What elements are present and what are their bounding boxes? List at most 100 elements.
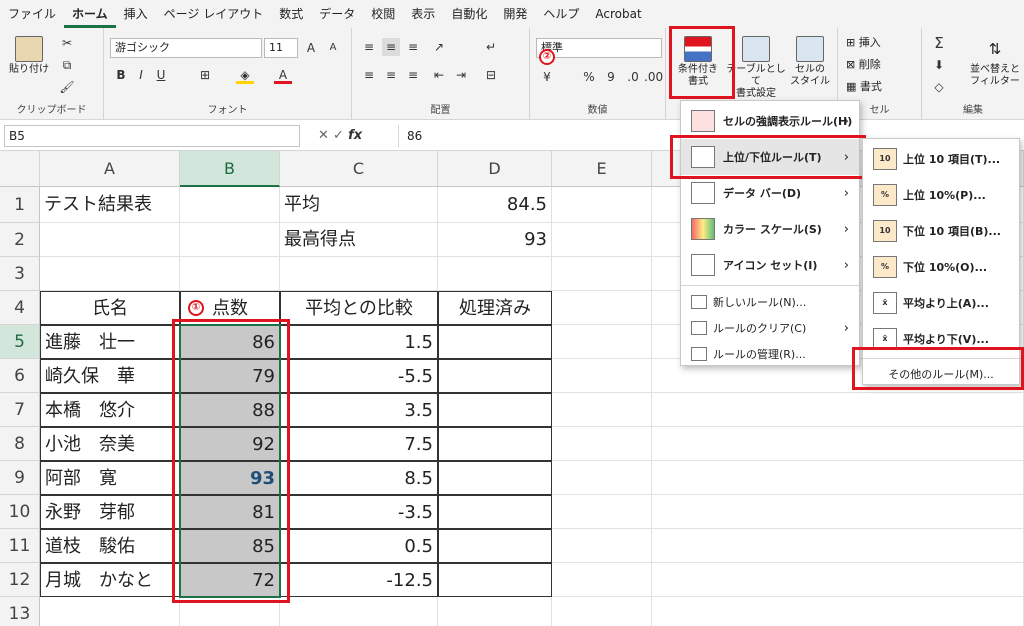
cell[interactable] bbox=[280, 597, 438, 626]
orientation-icon[interactable]: ↗ bbox=[430, 38, 448, 56]
cell-diff[interactable]: -3.5 bbox=[280, 495, 438, 529]
border-icon[interactable]: ⊞ bbox=[196, 66, 214, 84]
fill-icon[interactable]: ⬇ bbox=[930, 56, 948, 74]
cf-menu-item[interactable]: ルールの管理(R)... bbox=[681, 341, 859, 367]
decrease-decimal-icon[interactable]: .00 bbox=[644, 68, 663, 86]
align-top-icon[interactable]: ≡ bbox=[360, 38, 378, 56]
cell[interactable] bbox=[552, 257, 652, 291]
format-painter-icon[interactable]: 🖌 bbox=[58, 78, 76, 96]
cell[interactable] bbox=[552, 427, 652, 461]
insert-cells-button[interactable]: ⊞ 挿入 bbox=[846, 34, 881, 50]
cell[interactable] bbox=[180, 223, 280, 257]
submenu-item[interactable]: 10 下位 10 項目(B)... bbox=[863, 213, 1019, 249]
cell[interactable] bbox=[552, 393, 652, 427]
cell[interactable] bbox=[40, 223, 180, 257]
cell-done[interactable] bbox=[438, 461, 552, 495]
row-header[interactable]: 11 bbox=[0, 529, 40, 563]
cf-menu-item[interactable]: 新しいルール(N)... bbox=[681, 289, 859, 315]
cell-title[interactable]: テスト結果表 bbox=[40, 187, 180, 223]
header-cell-diff[interactable]: 平均との比較 bbox=[280, 291, 438, 325]
tab-view[interactable]: 表示 bbox=[403, 0, 443, 28]
clear-icon[interactable]: ◇ bbox=[930, 78, 948, 96]
tab-review[interactable]: 校閲 bbox=[363, 0, 403, 28]
row-header[interactable]: 6 bbox=[0, 359, 40, 393]
cell-diff[interactable]: -12.5 bbox=[280, 563, 438, 597]
tab-file[interactable]: ファイル bbox=[0, 0, 64, 28]
cell-name[interactable]: 月城 かなと bbox=[40, 563, 180, 597]
enter-icon[interactable]: ✓ bbox=[333, 128, 344, 143]
cell[interactable] bbox=[552, 563, 652, 597]
increase-font-icon[interactable]: A bbox=[302, 39, 320, 57]
cell[interactable] bbox=[652, 563, 1024, 597]
submenu-item[interactable]: % 上位 10%(P)... bbox=[863, 177, 1019, 213]
font-color-icon[interactable]: A bbox=[274, 66, 292, 84]
align-right-icon[interactable]: ≡ bbox=[404, 66, 422, 84]
wrap-text-icon[interactable]: ↵ bbox=[482, 38, 500, 56]
row-header[interactable]: 10 bbox=[0, 495, 40, 529]
cell[interactable] bbox=[552, 291, 652, 325]
cell[interactable] bbox=[552, 223, 652, 257]
header-cell-done[interactable]: 処理済み bbox=[438, 291, 552, 325]
cell-avg-label[interactable]: 平均 bbox=[280, 187, 438, 223]
cell-styles-button[interactable]: セルの スタイル bbox=[786, 34, 834, 88]
cf-menu-item[interactable]: ルールのクリア(C) › bbox=[681, 315, 859, 341]
bold-icon[interactable]: B bbox=[112, 66, 130, 84]
cell-diff[interactable]: 7.5 bbox=[280, 427, 438, 461]
column-header-c[interactable]: C bbox=[280, 151, 438, 187]
cell-name[interactable]: 進藤 壮一 bbox=[40, 325, 180, 359]
cell-max-value[interactable]: 93 bbox=[438, 223, 552, 257]
row-header[interactable]: 2 bbox=[0, 223, 40, 257]
tab-home[interactable]: ホーム bbox=[64, 0, 116, 28]
cell-name[interactable]: 崎久保 華 bbox=[40, 359, 180, 393]
tab-acrobat[interactable]: Acrobat bbox=[587, 0, 649, 28]
cell-diff[interactable]: -5.5 bbox=[280, 359, 438, 393]
font-name-select[interactable]: 游ゴシック bbox=[110, 38, 262, 58]
align-bottom-icon[interactable]: ≡ bbox=[404, 38, 422, 56]
italic-icon[interactable]: I bbox=[132, 66, 150, 84]
cell[interactable] bbox=[180, 257, 280, 291]
column-header-b[interactable]: B bbox=[180, 151, 280, 187]
cell-name[interactable]: 小池 奈美 bbox=[40, 427, 180, 461]
autosum-icon[interactable]: Σ bbox=[930, 34, 948, 52]
cell[interactable] bbox=[280, 257, 438, 291]
cell[interactable] bbox=[552, 325, 652, 359]
cell[interactable] bbox=[40, 597, 180, 626]
tab-automate[interactable]: 自動化 bbox=[443, 0, 495, 28]
column-header-e[interactable]: E bbox=[552, 151, 652, 187]
cell-done[interactable] bbox=[438, 563, 552, 597]
cell[interactable] bbox=[40, 257, 180, 291]
cell[interactable] bbox=[552, 187, 652, 223]
delete-cells-button[interactable]: ⊠ 削除 bbox=[846, 56, 881, 72]
row-header[interactable]: 9 bbox=[0, 461, 40, 495]
cell-diff[interactable]: 1.5 bbox=[280, 325, 438, 359]
name-box[interactable]: B5 bbox=[4, 125, 300, 147]
submenu-item[interactable]: x̄ 平均より上(A)... bbox=[863, 285, 1019, 321]
tab-page-layout[interactable]: ページ レイアウト bbox=[156, 0, 272, 28]
cell[interactable] bbox=[552, 359, 652, 393]
row-header[interactable]: 8 bbox=[0, 427, 40, 461]
cell[interactable] bbox=[552, 461, 652, 495]
merge-center-icon[interactable]: ⊟ bbox=[482, 66, 500, 84]
cell[interactable] bbox=[552, 495, 652, 529]
row-header[interactable]: 4 bbox=[0, 291, 40, 325]
cf-menu-item[interactable]: セルの強調表示ルール(H) › bbox=[681, 103, 859, 139]
row-header[interactable]: 7 bbox=[0, 393, 40, 427]
submenu-item[interactable]: 10 上位 10 項目(T)... bbox=[863, 141, 1019, 177]
tab-developer[interactable]: 開発 bbox=[495, 0, 535, 28]
align-left-icon[interactable]: ≡ bbox=[360, 66, 378, 84]
tab-formulas[interactable]: 数式 bbox=[271, 0, 311, 28]
paste-button[interactable]: 貼り付け bbox=[6, 34, 52, 76]
submenu-item[interactable]: % 下位 10%(O)... bbox=[863, 249, 1019, 285]
select-all-corner[interactable] bbox=[0, 151, 40, 187]
row-header[interactable]: 1 bbox=[0, 187, 40, 223]
cell[interactable] bbox=[652, 597, 1024, 626]
cell-done[interactable] bbox=[438, 359, 552, 393]
row-header[interactable]: 5 bbox=[0, 325, 40, 359]
fx-icon[interactable]: fx bbox=[348, 128, 362, 143]
cf-menu-item[interactable]: カラー スケール(S) › bbox=[681, 211, 859, 247]
cell-diff[interactable]: 3.5 bbox=[280, 393, 438, 427]
cut-icon[interactable]: ✂ bbox=[58, 34, 76, 52]
row-header[interactable]: 12 bbox=[0, 563, 40, 597]
accounting-format-icon[interactable]: ¥ bbox=[538, 68, 556, 86]
tab-insert[interactable]: 挿入 bbox=[116, 0, 156, 28]
